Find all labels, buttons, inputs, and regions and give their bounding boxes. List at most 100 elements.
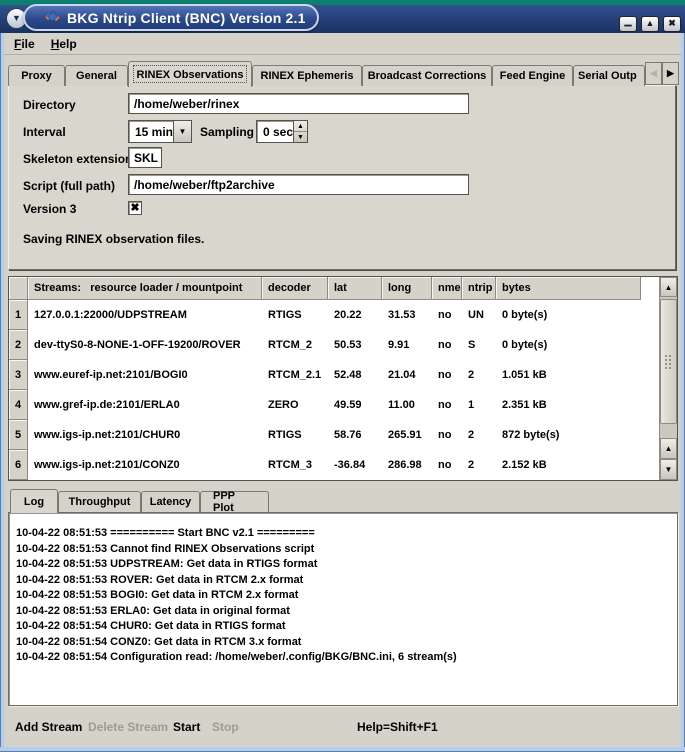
row-number: 1 — [9, 300, 28, 330]
cell-long: 265.91 — [382, 420, 432, 450]
sampling-label: Sampling — [200, 125, 254, 139]
cell-decoder: RTCM_2 — [262, 330, 328, 360]
tab-ppp-plot[interactable]: PPP Plot — [200, 491, 269, 512]
help-hint-label: Help=Shift+F1 — [357, 720, 438, 734]
menu-file[interactable]: File — [8, 35, 41, 53]
titlebar[interactable]: ▼ BKG Ntrip Client (BNC) Version 2.1 ▁ ▲… — [0, 5, 685, 33]
row-number: 4 — [9, 390, 28, 420]
row-number: 3 — [9, 360, 28, 390]
maximize-icon: ▲ — [646, 19, 655, 28]
tab-scroll-left-button[interactable]: ◀ — [645, 62, 662, 85]
log-line: 10-04-22 08:51:54 CONZ0: Get data in RTC… — [16, 635, 669, 651]
stop-button: Stop — [212, 720, 239, 734]
version3-label: Version 3 — [23, 202, 76, 216]
arrow-up-icon: ▲ — [665, 444, 673, 453]
tab-scroll-right-button[interactable]: ▶ — [662, 62, 679, 85]
cell-mountpoint: www.euref-ip.net:2101/BOGI0 — [28, 360, 262, 390]
interval-select[interactable]: 15 min ▼ — [128, 120, 192, 143]
header-ntrip[interactable]: ntrip — [462, 277, 496, 300]
cell-ntrip: 2 — [462, 450, 496, 480]
cell-lat: 52.48 — [328, 360, 382, 390]
cell-decoder: RTIGS — [262, 420, 328, 450]
cell-ntrip: 1 — [462, 390, 496, 420]
header-decoder[interactable]: decoder — [262, 277, 328, 300]
header-lat[interactable]: lat — [328, 277, 382, 300]
table-row[interactable]: 2 dev-ttyS0-8-NONE-1-OFF-19200/ROVER RTC… — [9, 330, 677, 360]
cell-ntrip: 2 — [462, 420, 496, 450]
window-border-left — [0, 33, 4, 752]
script-path-label: Script (full path) — [23, 179, 115, 193]
log-line: 10-04-22 08:51:53 UDPSTREAM: Get data in… — [16, 557, 669, 573]
close-button[interactable]: ✖ — [663, 16, 681, 32]
maximize-button[interactable]: ▲ — [641, 16, 659, 32]
cell-nmea: no — [432, 450, 462, 480]
tab-rinex-observations[interactable]: RINEX Observations — [128, 61, 252, 87]
minimize-button[interactable]: ▁ — [619, 16, 637, 32]
menu-help[interactable]: Help — [45, 35, 83, 53]
menubar: File Help — [4, 33, 681, 55]
scroll-up-button-bottom[interactable]: ▲ — [660, 438, 677, 459]
tab-proxy[interactable]: Proxy — [8, 65, 65, 86]
header-bytes[interactable]: bytes — [496, 277, 641, 300]
cell-long: 9.91 — [382, 330, 432, 360]
table-row[interactable]: 3 www.euref-ip.net:2101/BOGI0 RTCM_2.1 5… — [9, 360, 677, 390]
cell-bytes: 0 byte(s) — [496, 330, 677, 360]
window-border-bottom — [0, 747, 685, 752]
log-line: 10-04-22 08:51:54 CHUR0: Get data in RTI… — [16, 619, 669, 635]
header-streams[interactable]: Streams: resource loader / mountpoint — [28, 277, 262, 300]
header-corner-cell — [9, 277, 28, 300]
arrow-down-icon: ▼ — [297, 134, 304, 141]
window-menu-icon: ▼ — [12, 14, 21, 23]
version3-checkbox[interactable]: ✖ — [128, 201, 142, 215]
header-long[interactable]: long — [382, 277, 432, 300]
cell-nmea: no — [432, 420, 462, 450]
tab-general[interactable]: General — [65, 65, 128, 86]
tab-serial-output[interactable]: Serial Outp — [573, 65, 645, 86]
cell-mountpoint: www.gref-ip.de:2101/ERLA0 — [28, 390, 262, 420]
cell-bytes: 2.152 kB — [496, 450, 677, 480]
directory-label: Directory — [23, 98, 76, 112]
skeleton-extension-input[interactable]: SKL — [128, 147, 162, 168]
tab-feed-engine[interactable]: Feed Engine — [492, 65, 573, 86]
row-number: 2 — [9, 330, 28, 360]
arrow-up-icon: ▲ — [665, 283, 673, 292]
table-row[interactable]: 6 www.igs-ip.net:2101/CONZ0 RTCM_3 -36.8… — [9, 450, 677, 480]
scroll-down-button[interactable]: ▼ — [660, 459, 677, 480]
scroll-up-button[interactable]: ▲ — [660, 277, 677, 297]
tab-rinex-ephemeris[interactable]: RINEX Ephemeris — [252, 65, 362, 86]
log-line: 10-04-22 08:51:53 Cannot find RINEX Obse… — [16, 542, 669, 558]
window-controls: ▁ ▲ ✖ — [619, 16, 681, 32]
directory-input[interactable]: /home/weber/rinex — [128, 93, 469, 114]
cell-mountpoint: 127.0.0.1:22000/UDPSTREAM — [28, 300, 262, 330]
spin-up-button[interactable]: ▲ — [294, 121, 307, 132]
delete-stream-button: Delete Stream — [88, 720, 168, 734]
table-row[interactable]: 5 www.igs-ip.net:2101/CHUR0 RTIGS 58.76 … — [9, 420, 677, 450]
sampling-spinner[interactable]: 0 sec ▲ ▼ — [256, 120, 308, 143]
log-output[interactable]: 10-04-22 08:51:53 ========== Start BNC v… — [8, 512, 678, 706]
tab-broadcast-corrections[interactable]: Broadcast Corrections — [362, 65, 492, 86]
tab-log[interactable]: Log — [10, 489, 58, 513]
cell-lat: 58.76 — [328, 420, 382, 450]
start-button[interactable]: Start — [173, 720, 200, 734]
chevron-down-icon: ▼ — [179, 127, 187, 136]
spin-down-button[interactable]: ▼ — [294, 132, 307, 142]
table-scrollbar[interactable]: ▲ ▲ ▼ — [659, 277, 677, 480]
add-stream-button[interactable]: Add Stream — [15, 720, 82, 734]
table-row[interactable]: 1 127.0.0.1:22000/UDPSTREAM RTIGS 20.22 … — [9, 300, 677, 330]
table-row[interactable]: 4 www.gref-ip.de:2101/ERLA0 ZERO 49.59 1… — [9, 390, 677, 420]
action-bar: Add Stream Delete Stream Start Stop Help… — [0, 718, 685, 740]
cell-ntrip: 2 — [462, 360, 496, 390]
tab-scroll-buttons: ◀ ▶ — [645, 62, 679, 85]
row-number: 6 — [9, 450, 28, 480]
combo-arrow-button[interactable]: ▼ — [173, 121, 191, 142]
header-nmea[interactable]: nmea — [432, 277, 462, 300]
tab-latency[interactable]: Latency — [141, 491, 200, 512]
tab-throughput[interactable]: Throughput — [58, 491, 141, 512]
window-title: BKG Ntrip Client (BNC) Version 2.1 — [67, 10, 306, 26]
scrollbar-thumb[interactable] — [660, 299, 677, 424]
cell-nmea: no — [432, 330, 462, 360]
rinex-observations-panel: Directory /home/weber/rinex Interval 15 … — [8, 85, 676, 270]
script-path-input[interactable]: /home/weber/ftp2archive — [128, 174, 469, 195]
arrow-down-icon: ▼ — [665, 465, 673, 474]
scrollbar-grip — [664, 354, 673, 370]
